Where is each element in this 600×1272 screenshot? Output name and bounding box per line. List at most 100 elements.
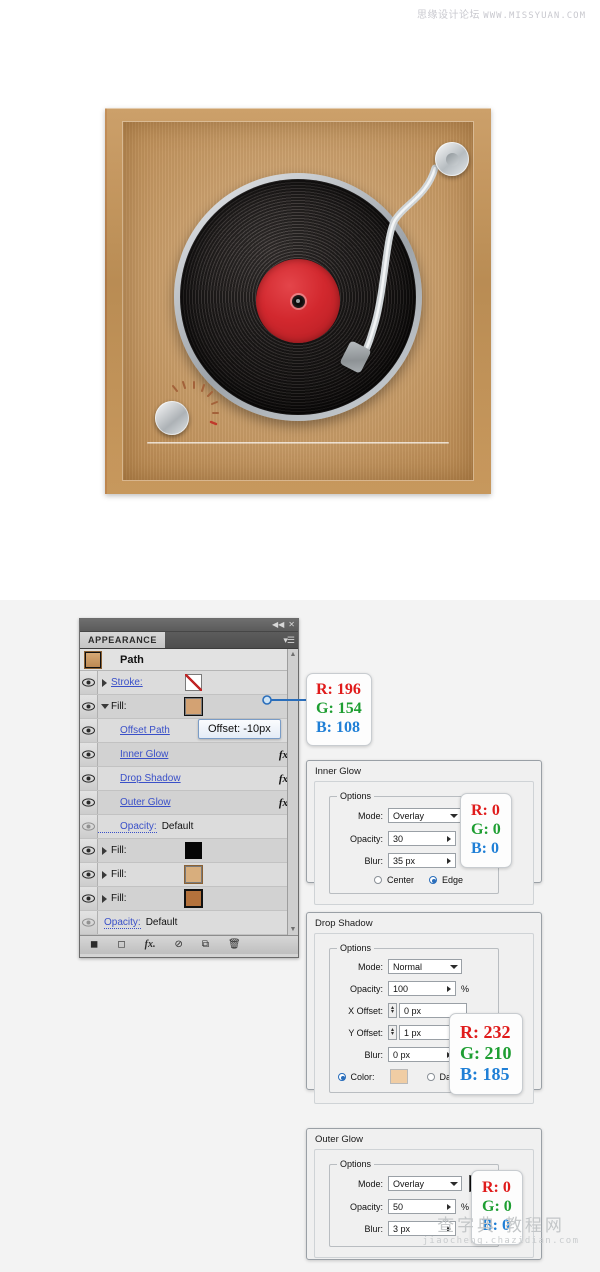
radio-darkness[interactable]: [427, 1072, 435, 1081]
fill-color-swatch[interactable]: [184, 697, 203, 716]
watermark-top: 思缘设计论坛 WWW.MISSYUAN.COM: [417, 6, 586, 21]
row-stroke[interactable]: Stroke:: [80, 671, 298, 695]
stepper-caret-icon[interactable]: [447, 985, 451, 992]
row-label-opacity-fill[interactable]: Opacity:: [98, 821, 157, 833]
blur-input[interactable]: 0 px: [388, 1047, 456, 1062]
y-offset-stepper[interactable]: ▴ ▾: [388, 1025, 397, 1040]
row-opacity-fill[interactable]: Opacity: Default: [80, 815, 298, 839]
mode-select[interactable]: Normal: [388, 959, 462, 974]
x-offset-value: 0 px: [404, 1005, 422, 1016]
visibility-toggle-drop-shadow[interactable]: [80, 767, 98, 790]
x-offset-stepper[interactable]: ▴ ▾: [388, 1003, 397, 1018]
watermark-top-cn: 思缘设计论坛: [417, 10, 481, 21]
row-label-fill-black[interactable]: Fill:: [111, 845, 127, 856]
panel-menu-icon[interactable]: ▾☰: [283, 635, 295, 646]
row-fill-tan[interactable]: Fill:: [80, 863, 298, 887]
opacity-input[interactable]: 30: [388, 831, 456, 846]
visibility-toggle-inner-glow[interactable]: [80, 743, 98, 766]
expand-arrow-fill[interactable]: [98, 704, 111, 709]
row-label-outer-glow[interactable]: Outer Glow: [98, 797, 171, 808]
blur-value: 35 px: [393, 855, 416, 866]
opacity-input[interactable]: 100: [388, 981, 456, 996]
scroll-up-icon[interactable]: ▲: [290, 651, 297, 658]
radio-edge[interactable]: [429, 876, 438, 884]
row-opacity-object[interactable]: Opacity: Default: [80, 911, 298, 935]
offset-path-tooltip: Offset: -10px: [198, 719, 281, 739]
expand-arrow-fill-brown[interactable]: [98, 894, 111, 903]
center-label[interactable]: Center: [387, 875, 414, 885]
visibility-toggle-fill-brown[interactable]: [80, 887, 98, 910]
drop-shadow-title: Drop Shadow: [315, 918, 373, 929]
chevron-down-icon[interactable]: [450, 1181, 458, 1186]
delete-item-icon[interactable]: 🗑: [228, 940, 241, 950]
opacity-input[interactable]: 50: [388, 1199, 456, 1214]
row-label-drop-shadow[interactable]: Drop Shadow: [98, 773, 181, 784]
rgb-callout-drop-shadow: R: 232 G: 210 B: 185: [449, 1013, 523, 1095]
scroll-down-icon[interactable]: ▼: [290, 926, 297, 933]
radio-color[interactable]: [338, 1072, 346, 1081]
mode-label: Mode:: [357, 961, 383, 972]
row-label-inner-glow[interactable]: Inner Glow: [98, 749, 168, 760]
add-new-effect-fx-icon[interactable]: fx.: [145, 940, 156, 950]
mode-select[interactable]: Overlay: [388, 1176, 462, 1191]
fill-black-swatch[interactable]: [185, 842, 202, 859]
row-label-fill-brown[interactable]: Fill:: [111, 893, 127, 904]
row-label-stroke[interactable]: Stroke:: [111, 677, 143, 688]
add-new-fill-icon[interactable]: ◻: [117, 940, 125, 950]
visibility-toggle-stroke[interactable]: [80, 671, 98, 694]
stepper-caret-icon[interactable]: [447, 857, 451, 864]
eye-icon: [82, 918, 95, 927]
visibility-toggle-offset-path[interactable]: [80, 719, 98, 742]
edge-label[interactable]: Edge: [442, 875, 463, 885]
row-label-offset-path[interactable]: Offset Path: [98, 725, 170, 736]
rgb-b-value: B: 185: [460, 1064, 510, 1085]
clear-appearance-icon[interactable]: ⊘: [174, 940, 182, 950]
stepper-caret-icon[interactable]: [447, 1203, 451, 1210]
eye-icon: [82, 750, 95, 759]
row-drop-shadow[interactable]: Drop Shadow fx: [80, 767, 298, 791]
expand-arrow-fill-tan[interactable]: [98, 870, 111, 879]
blur-input[interactable]: 3 px: [388, 1221, 456, 1236]
mode-label: Mode:: [357, 1178, 383, 1189]
visibility-toggle-fill[interactable]: [80, 695, 98, 718]
stepper-caret-icon[interactable]: [447, 835, 451, 842]
shadow-color-swatch[interactable]: [389, 1069, 408, 1084]
chevron-down-icon[interactable]: [450, 964, 458, 969]
stepper-caret-icon[interactable]: [447, 1225, 451, 1232]
blur-input[interactable]: 35 px: [388, 853, 456, 868]
add-new-stroke-icon[interactable]: ◼: [90, 940, 98, 950]
row-label-fill-tan[interactable]: Fill:: [111, 869, 127, 880]
rgb-r-value: R: 232: [460, 1022, 511, 1042]
row-outer-glow[interactable]: Outer Glow fx: [80, 791, 298, 815]
blur-value: 0 px: [393, 1049, 411, 1060]
expand-arrow-fill-black[interactable]: [98, 846, 111, 855]
visibility-toggle-opacity-fill: [80, 815, 98, 838]
duplicate-item-icon[interactable]: ⧉: [202, 940, 209, 950]
eye-icon: [82, 678, 95, 687]
chevron-down-icon[interactable]: [450, 813, 458, 818]
row-fill-black[interactable]: Fill:: [80, 839, 298, 863]
visibility-toggle-fill-black[interactable]: [80, 839, 98, 862]
tab-appearance[interactable]: APPEARANCE: [80, 632, 166, 648]
row-label-opacity-object[interactable]: Opacity:: [104, 917, 141, 929]
fill-tan-swatch[interactable]: [184, 865, 203, 884]
collapse-icon[interactable]: ◀◀: [272, 621, 284, 629]
mode-select[interactable]: Overlay: [388, 808, 462, 823]
illustration-area: 思缘设计论坛 WWW.MISSYUAN.COM: [0, 0, 600, 600]
row-inner-glow[interactable]: Inner Glow fx: [80, 743, 298, 767]
panel-scrollbar[interactable]: ▲ ▼: [287, 649, 298, 935]
expand-arrow-stroke[interactable]: [98, 678, 111, 687]
visibility-toggle-outer-glow[interactable]: [80, 791, 98, 814]
radio-center[interactable]: [374, 876, 382, 884]
appearance-target-row[interactable]: Path: [80, 649, 298, 671]
close-icon[interactable]: ✕: [288, 621, 295, 629]
row-fill-brown[interactable]: Fill:: [80, 887, 298, 911]
visibility-toggle-fill-tan[interactable]: [80, 863, 98, 886]
stroke-color-swatch-none[interactable]: [185, 674, 202, 691]
row-label-fill[interactable]: Fill:: [111, 701, 127, 712]
fill-brown-swatch[interactable]: [184, 889, 203, 908]
rgb-callout-fill-color: R: 196 G: 154 B: 108: [306, 673, 372, 746]
blur-value: 3 px: [393, 1223, 411, 1234]
color-label[interactable]: Color:: [351, 1072, 375, 1082]
panel-titlebar: ◀◀ ✕: [80, 619, 298, 632]
